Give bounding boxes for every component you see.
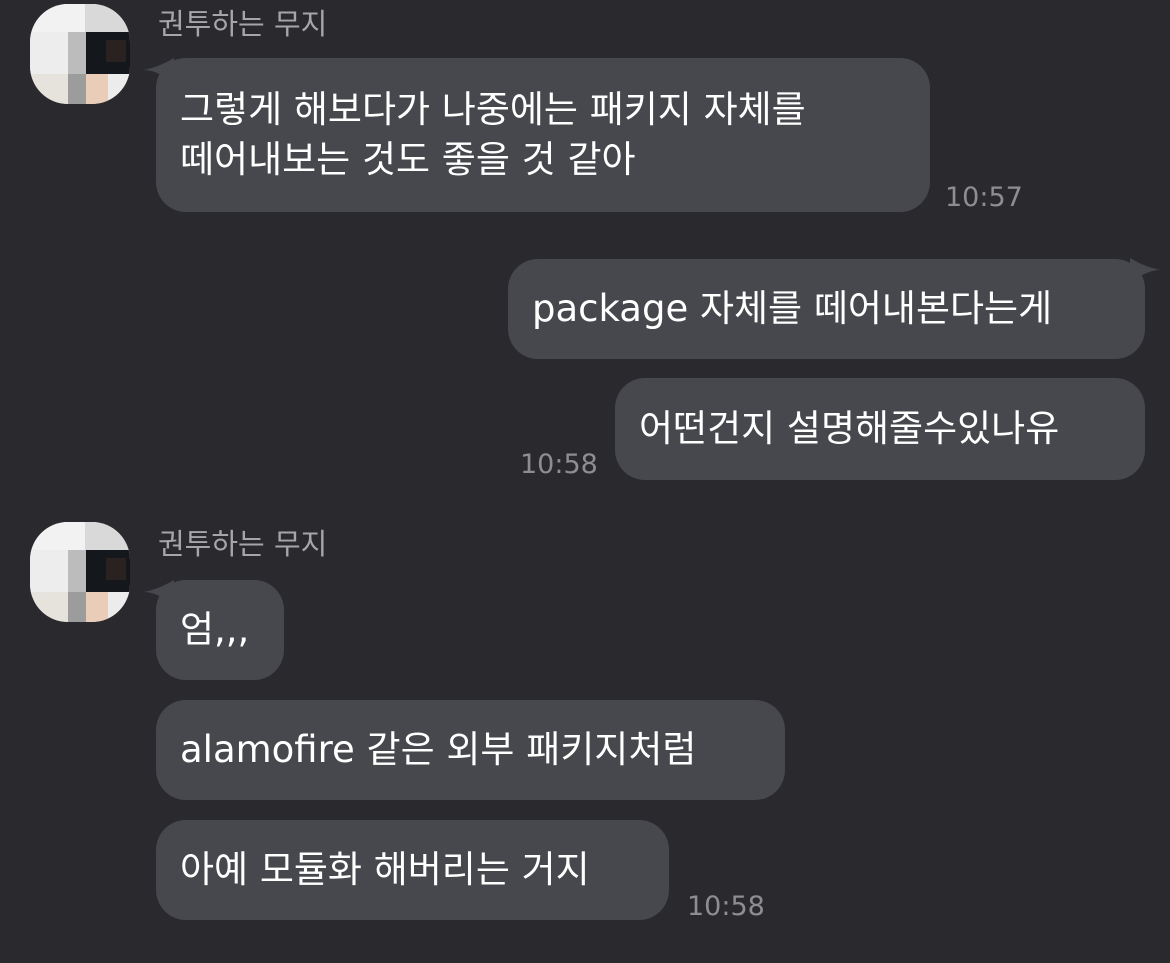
sender-name: 권투하는 무지	[158, 7, 328, 41]
avatar-pixel	[108, 592, 130, 622]
incoming-message-bubble[interactable]: alamofire 같은 외부 패키지처럼	[156, 700, 785, 800]
avatar-pixel	[106, 558, 126, 580]
outgoing-message-bubble[interactable]: 어떤건지 설명해줄수있나유	[615, 378, 1145, 480]
incoming-message-bubble[interactable]: 엄,,,	[156, 580, 284, 680]
message-text-line: 그렇게 해보다가 나중에는 패키지 자체를	[180, 88, 806, 131]
message-text: alamofire 같은 외부 패키지처럼	[180, 728, 697, 771]
avatar-pixel	[86, 592, 108, 622]
message-timestamp: 10:58	[687, 891, 765, 922]
incoming-message-bubble[interactable]: 아예 모듈화 해버리는 거지	[156, 820, 669, 920]
avatar-pixel	[85, 522, 130, 550]
incoming-message-bubble[interactable]: 그렇게 해보다가 나중에는 패키지 자체를 떼어내보는 것도 좋을 것 같아	[156, 58, 930, 212]
message-text: package 자체를 떼어내본다는게	[532, 287, 1053, 330]
avatar-pixel	[30, 592, 68, 622]
outgoing-message-bubble[interactable]: package 자체를 떼어내본다는게	[508, 259, 1145, 359]
sender-avatar[interactable]	[30, 522, 130, 622]
avatar-pixel	[68, 550, 86, 592]
sender-avatar[interactable]	[30, 4, 130, 104]
avatar-pixel	[106, 40, 126, 62]
avatar-pixel	[86, 74, 108, 104]
message-text: 엄,,,	[180, 608, 250, 651]
avatar-pixel	[30, 32, 68, 74]
chat-message-list[interactable]: 권투하는 무지 그렇게 해보다가 나중에는 패키지 자체를 떼어내보는 것도 좋…	[0, 0, 1170, 963]
message-timestamp: 10:57	[945, 182, 1023, 213]
avatar-pixel	[68, 74, 86, 104]
avatar-pixel	[30, 74, 68, 104]
message-text-line: 떼어내보는 것도 좋을 것 같아	[180, 138, 636, 181]
avatar-pixel	[30, 4, 85, 32]
message-text: 어떤건지 설명해줄수있나유	[639, 407, 1060, 450]
avatar-pixel	[108, 74, 130, 104]
avatar-pixel	[85, 4, 130, 32]
avatar-pixel	[68, 32, 86, 74]
message-text: 아예 모듈화 해버리는 거지	[180, 848, 590, 891]
message-timestamp: 10:58	[520, 449, 598, 480]
avatar-pixel	[30, 550, 68, 592]
avatar-pixel	[30, 522, 85, 550]
sender-name: 권투하는 무지	[158, 527, 328, 561]
avatar-pixel	[68, 592, 86, 622]
